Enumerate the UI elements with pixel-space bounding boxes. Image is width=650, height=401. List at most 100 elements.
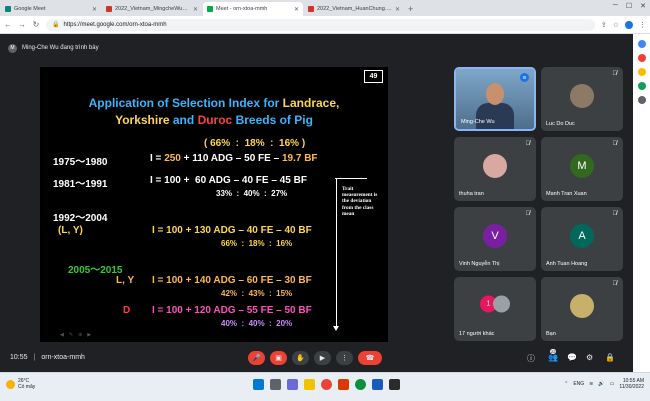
close-icon[interactable]: ✕ [294, 6, 299, 13]
participant-initial-avatar: V [483, 223, 507, 248]
close-icon[interactable]: ✕ [193, 6, 198, 13]
back-icon[interactable]: ← [4, 20, 12, 29]
presenter-status-text: Ming-Che Wu đang trình bày [22, 45, 99, 51]
meeting-control-bar: 10:55 | orn-xtoa-mmh 🎤 ▣ ✋ ▶ ⋮ ☎ ⓘ 👥 22 💬… [0, 345, 633, 372]
breed-d: D [123, 305, 131, 316]
store-icon[interactable] [389, 379, 400, 390]
participant-tile-anh-tuan-hoang[interactable]: 🎙̸ A Anh Tuan Hoang [541, 207, 623, 271]
google-app-icon[interactable] [637, 40, 646, 48]
search-icon[interactable] [270, 379, 281, 390]
forward-icon[interactable]: → [18, 20, 26, 29]
browser-tab-meet-active[interactable]: Meet - orn-xtoa-mmh ✕ [203, 2, 303, 16]
mic-off-icon: 🎙̸ [612, 141, 618, 147]
chat-icon[interactable]: 💬 [567, 353, 577, 362]
profile-avatar-icon[interactable] [625, 20, 633, 29]
weather-widget[interactable]: 26°C Có mây [6, 378, 35, 390]
chrome-icon[interactable] [321, 379, 332, 390]
camera-toggle-button[interactable]: ▣ [270, 351, 287, 365]
pen-icon[interactable]: ✎ [69, 332, 73, 338]
file-explorer-icon[interactable] [304, 379, 315, 390]
browser-toolbar-right: ⇪ ☆ ⋮ [601, 20, 646, 29]
weather-sun-icon [6, 379, 15, 389]
title-text: Breeds of Pig [232, 113, 313, 127]
raise-hand-button[interactable]: ✋ [292, 351, 309, 365]
share-icon[interactable]: ⇪ [601, 21, 607, 29]
zoom-icon[interactable]: ⊕ [78, 332, 82, 338]
close-icon[interactable]: ✕ [92, 6, 97, 13]
new-tab-button[interactable]: + [408, 2, 413, 16]
participant-tile-ming-che-wu[interactable]: ≋ Ming-Che Wu [454, 67, 536, 131]
participant-tile-luc-do-duc[interactable]: 🎙̸ Luc Do Duc [541, 67, 623, 131]
activities-icon[interactable]: ⚙ [586, 353, 593, 362]
minimize-icon[interactable]: ─ [613, 2, 618, 10]
volume-icon[interactable]: 🔊 [598, 381, 604, 387]
window-controls: ─ ☐ ✕ [613, 2, 646, 10]
add-app-icon[interactable] [637, 96, 646, 104]
weights-2005-l-y: 42% : 43% : 15% [221, 289, 293, 298]
formula-part: 250 [164, 153, 181, 164]
participant-name: 17 người khác [459, 331, 495, 337]
title-text: Application of Selection Index for [88, 96, 283, 110]
word-icon[interactable] [372, 379, 383, 390]
present-screen-button[interactable]: ▶ [314, 351, 331, 365]
close-icon[interactable]: ✕ [395, 6, 400, 13]
meeting-details-icon[interactable]: ⓘ [527, 353, 535, 364]
teams-icon[interactable] [287, 379, 298, 390]
wifi-icon[interactable]: ≋ [589, 381, 593, 387]
participant-tile-manh-tran-xuan[interactable]: 🎙̸ M Manh Tran Xuan [541, 137, 623, 201]
participant-initial-avatar: M [570, 153, 594, 178]
maximize-icon[interactable]: ☐ [626, 2, 632, 10]
weather-condition: Có mây [18, 384, 36, 390]
tab-label: Meet - orn-xtoa-mmh [216, 6, 268, 12]
input-language[interactable]: ENG [573, 381, 584, 387]
address-bar-row: ← → ↻ 🔒 https://meet.google.com/orn-xtoa… [0, 16, 650, 34]
title-text: and [169, 113, 198, 127]
title-duroc: Duroc [197, 113, 233, 127]
microphone-toggle-button[interactable]: 🎤 [248, 351, 265, 365]
windows-taskbar: 26°C Có mây ⌃ ENG ≋ 🔊 ▭ 10:55 AM 11/30/2… [0, 372, 650, 401]
clock[interactable]: 10:55 AM 11/30/2022 [619, 378, 644, 390]
mic-off-icon: 🎙̸ [612, 281, 618, 287]
browser-tab-slides-mingchewu[interactable]: 2022_Vietnam_MingcheWu_20221... ✕ [102, 2, 202, 16]
meet-favicon-icon [207, 6, 213, 12]
leave-call-button[interactable]: ☎ [358, 351, 382, 365]
chevron-up-icon[interactable]: ⌃ [564, 381, 568, 387]
reload-icon[interactable]: ↻ [32, 20, 40, 29]
slide-toolbar: ◀ ✎ ⊕ ▶ [60, 332, 91, 338]
participant-name: Luc Do Duc [546, 121, 575, 127]
pdf-favicon-icon [106, 6, 112, 12]
slide-title-line-2: Yorkshire and Duroc Breeds of Pig [40, 113, 388, 127]
participant-tile-self[interactable]: 🎙̸ Bạn [541, 277, 623, 341]
formula-1992-2004: I = 100 + 130 ADG – 40 FE – 40 BF [152, 225, 312, 236]
browser-tab-slides-huanchung[interactable]: 2022_Vietnam_HuanChung.p... ✕ [304, 2, 404, 16]
battery-icon[interactable]: ▭ [610, 381, 615, 387]
tools-app-icon[interactable] [637, 54, 646, 62]
close-window-icon[interactable]: ✕ [640, 2, 646, 10]
participant-tile-vinh-nguyen-thi[interactable]: 🎙̸ V Vinh Nguyễn Thị [454, 207, 536, 271]
browser-tab-google-meet[interactable]: Google Meet ✕ [1, 2, 101, 16]
more-options-button[interactable]: ⋮ [336, 351, 353, 365]
powerpoint-icon[interactable] [338, 379, 349, 390]
participant-tile-thuha-tran[interactable]: 🎙̸ thuha tran [454, 137, 536, 201]
menu-kebab-icon[interactable]: ⋮ [639, 21, 646, 29]
presenter-status-bar: M Ming-Che Wu đang trình bày [0, 34, 633, 62]
edge-icon[interactable] [355, 379, 366, 390]
prev-slide-icon[interactable]: ◀ [60, 332, 64, 338]
bookmark-star-icon[interactable]: ☆ [613, 21, 619, 29]
people-icon[interactable]: 👥 22 [548, 349, 558, 362]
next-slide-icon[interactable]: ▶ [87, 332, 91, 338]
weights-top: ( 66% : 18% : 16% ) [204, 138, 306, 149]
office-app-icon[interactable] [637, 68, 646, 76]
formula-part: I = [150, 153, 165, 164]
participant-tile-others[interactable]: 1 17 người khác [454, 277, 536, 341]
outlook-app-icon[interactable] [637, 82, 646, 90]
pdf-favicon-icon [308, 6, 314, 12]
mic-off-icon: 🎙̸ [612, 71, 618, 77]
host-controls-icon[interactable]: 🔒 [605, 353, 615, 362]
participant-name: Ming-Che Wu [461, 119, 495, 125]
formula-part: 19.7 BF [281, 153, 318, 164]
start-windows-icon[interactable] [253, 379, 264, 390]
weather-text: 26°C Có mây [18, 378, 35, 390]
url-input[interactable]: 🔒 https://meet.google.com/orn-xtoa-mmh [46, 18, 595, 31]
period-1975-1980: 1975～1980 [53, 157, 108, 168]
